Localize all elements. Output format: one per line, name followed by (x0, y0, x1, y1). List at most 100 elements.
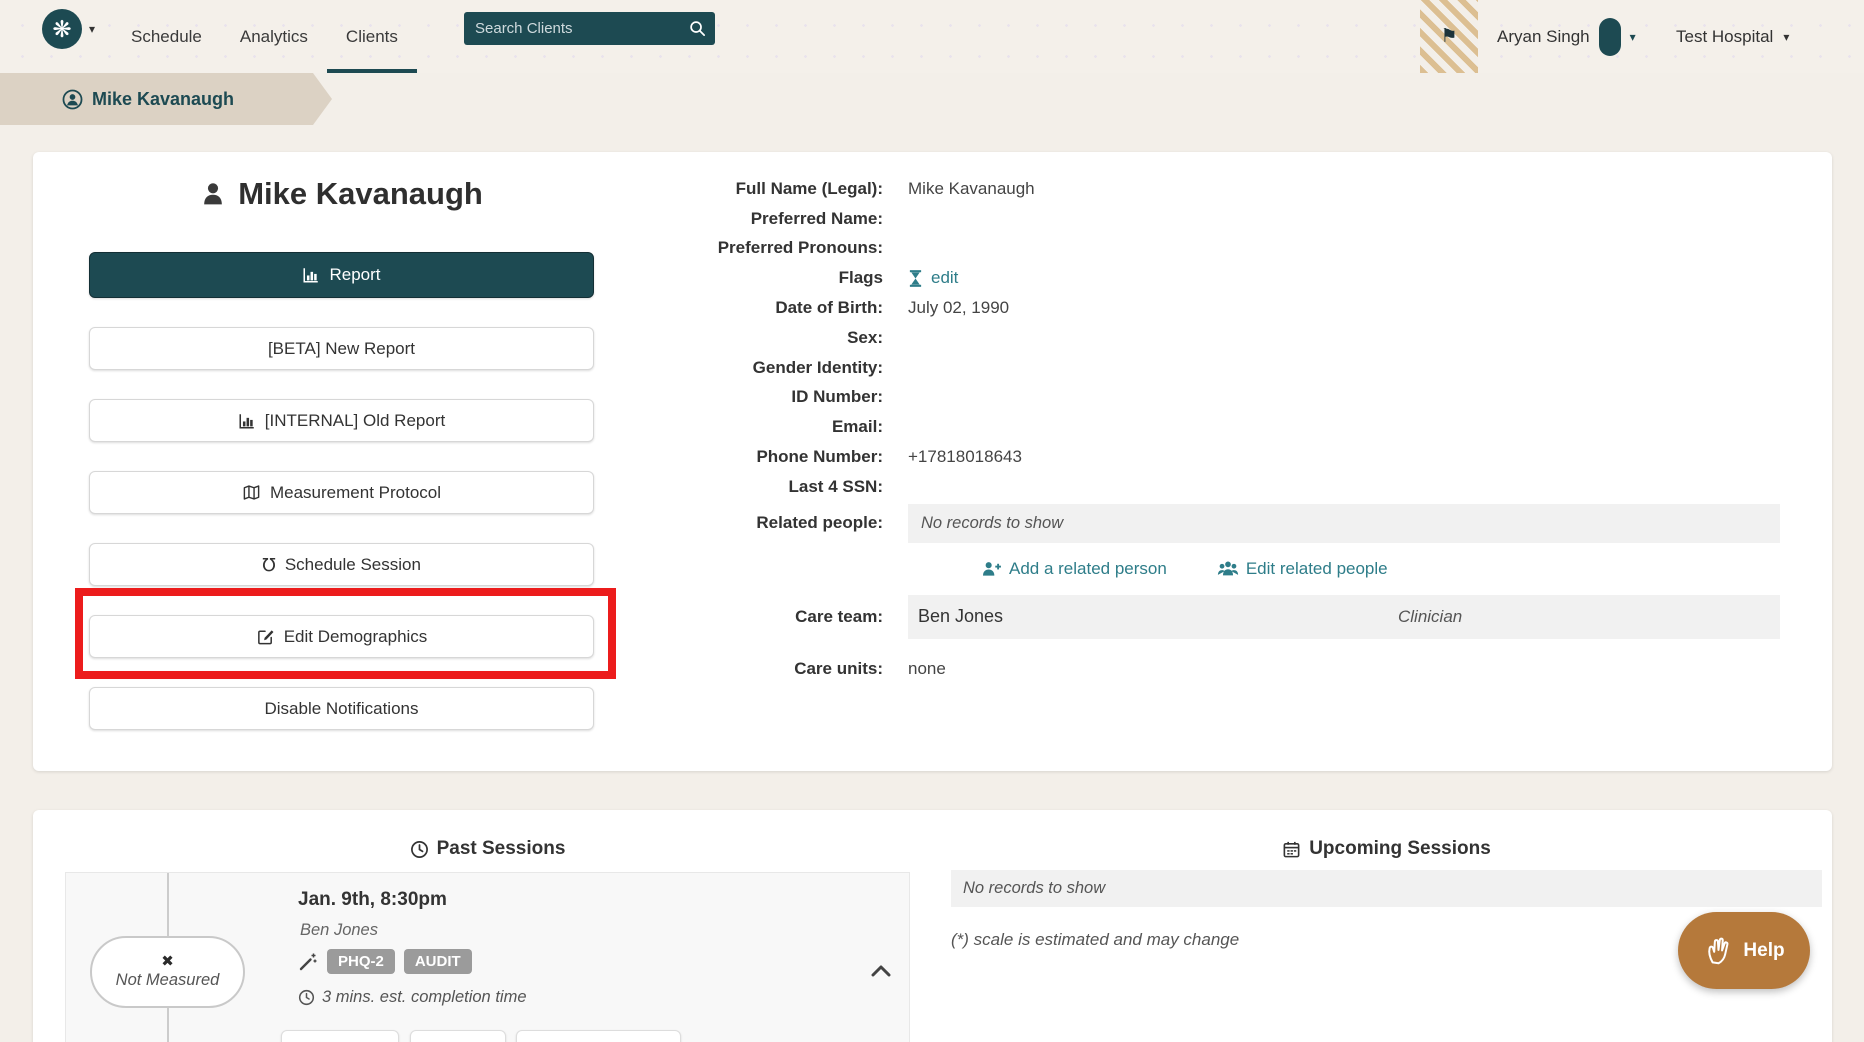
session-measures: PHQ-2 AUDIT (298, 949, 472, 974)
edit-pencil-icon (256, 627, 275, 646)
edit-demographics-label: Edit Demographics (284, 627, 428, 647)
report-button[interactable]: Report (89, 252, 594, 298)
related-people-links: Add a related person (981, 559, 1388, 579)
waving-hand-icon (1703, 935, 1735, 967)
field-label: Phone Number: (593, 447, 883, 467)
schedule-session-button[interactable]: ℧ Schedule Session (89, 543, 594, 586)
field-label: Date of Birth: (593, 298, 883, 318)
upcoming-sessions-empty: No records to show (951, 870, 1822, 907)
person-icon (200, 181, 226, 207)
session-action-button[interactable] (281, 1030, 399, 1042)
status-label: Not Measured (116, 971, 220, 990)
session-action-button[interactable] (516, 1030, 681, 1042)
people-group-icon (1217, 560, 1239, 577)
past-sessions-label: Past Sessions (437, 838, 566, 860)
field-label: Email: (593, 417, 883, 437)
care-team-role: Clinician (1398, 607, 1462, 627)
search-icon[interactable] (688, 19, 707, 38)
session-est-time-label: 3 mins. est. completion time (322, 988, 527, 1007)
x-icon: ✖ (161, 954, 174, 969)
clock-icon (298, 989, 315, 1006)
person-circle-icon (62, 89, 83, 110)
field-label: Sex: (593, 328, 883, 348)
internal-old-report-label: [INTERNAL] Old Report (265, 411, 445, 431)
feature-flag-button[interactable]: ⚑ (1420, 0, 1478, 73)
top-navbar: ❋ ▾ Schedule Analytics Clients ⚑ Aryan S… (0, 0, 1864, 73)
care-units-value: none (908, 659, 946, 679)
sessions-card: Past Sessions ✖ Not Measured Jan. 9th, 8… (33, 810, 1832, 1042)
magic-wand-icon (298, 952, 318, 972)
upcoming-sessions-title: Upcoming Sessions (951, 838, 1822, 860)
demographics-panel: Full Name (Legal): Mike Kavanaugh Prefer… (593, 174, 1805, 684)
client-search (464, 12, 715, 45)
starburst-icon: ❋ (52, 18, 71, 41)
care-team-member: Ben Jones (908, 606, 1003, 627)
internal-old-report-button[interactable]: [INTERNAL] Old Report (89, 399, 594, 442)
session-provider: Ben Jones (300, 921, 378, 940)
user-name: Aryan Singh (1497, 27, 1590, 47)
flags-edit-link[interactable]: edit (931, 268, 958, 288)
stethoscope-icon: ℧ (262, 556, 276, 574)
edit-demographics-button[interactable]: Edit Demographics (89, 615, 594, 658)
app-logo: ❋ (42, 9, 82, 49)
schedule-session-label: Schedule Session (285, 555, 421, 575)
app-logo-menu[interactable]: ❋ ▾ (42, 9, 95, 49)
client-name: Mike Kavanaugh (238, 176, 483, 212)
collapse-session-button[interactable] (870, 963, 892, 978)
care-units-label: Care units: (593, 659, 883, 679)
help-button[interactable]: Help (1678, 912, 1810, 989)
field-label: Last 4 SSN: (593, 477, 883, 497)
app-screen: ❋ ▾ Schedule Analytics Clients ⚑ Aryan S… (0, 0, 1864, 1042)
avatar (1599, 18, 1621, 56)
organization-name: Test Hospital (1676, 27, 1773, 47)
field-label: Gender Identity: (593, 358, 883, 378)
nav-item-schedule[interactable]: Schedule (112, 0, 221, 73)
measurement-protocol-label: Measurement Protocol (270, 483, 441, 503)
user-menu[interactable]: Aryan Singh ▾ (1497, 0, 1636, 73)
bar-chart-icon (302, 266, 320, 284)
help-button-label: Help (1743, 940, 1784, 962)
field-value-dob: July 02, 1990 (908, 298, 1009, 318)
organization-menu[interactable]: Test Hospital ▾ (1676, 0, 1789, 73)
field-label: Preferred Pronouns: (593, 238, 883, 258)
disable-notifications-button[interactable]: Disable Notifications (89, 687, 594, 730)
session-est-time: 3 mins. est. completion time (298, 988, 527, 1007)
report-button-label: Report (329, 265, 380, 285)
upcoming-sessions-label: Upcoming Sessions (1309, 838, 1491, 860)
breadcrumb[interactable]: Mike Kavanaugh (0, 73, 332, 125)
past-sessions-title: Past Sessions (65, 838, 910, 860)
beta-new-report-label: [BETA] New Report (268, 339, 415, 359)
edit-related-people-link[interactable]: Edit related people (1217, 559, 1388, 579)
map-icon (242, 483, 261, 502)
field-label: Full Name (Legal): (593, 179, 883, 199)
search-input[interactable] (464, 12, 715, 45)
add-related-person-label: Add a related person (1009, 559, 1167, 579)
measurement-protocol-button[interactable]: Measurement Protocol (89, 471, 594, 514)
breadcrumb-client-name: Mike Kavanaugh (92, 89, 234, 110)
nav-item-clients[interactable]: Clients (327, 0, 417, 73)
related-people-label: Related people: (593, 513, 883, 533)
edit-related-people-label: Edit related people (1246, 559, 1388, 579)
add-related-person-link[interactable]: Add a related person (981, 559, 1167, 579)
primary-nav: Schedule Analytics Clients (112, 0, 417, 73)
measure-badge: PHQ-2 (327, 949, 395, 974)
status-badge-not-measured: ✖ Not Measured (90, 936, 245, 1008)
client-profile-card: Mike Kavanaugh Report [BETA] New Report (33, 152, 1832, 771)
beta-new-report-button[interactable]: [BETA] New Report (89, 327, 594, 370)
session-action-button[interactable] (410, 1030, 506, 1042)
chevron-down-icon: ▾ (1783, 30, 1789, 44)
nav-item-analytics[interactable]: Analytics (221, 0, 327, 73)
chevron-down-icon: ▾ (1630, 30, 1636, 44)
field-value-full-name: Mike Kavanaugh (908, 179, 1035, 199)
past-sessions-panel: ✖ Not Measured Jan. 9th, 8:30pm Ben Jone… (65, 872, 910, 1042)
field-label: ID Number: (593, 387, 883, 407)
chevron-down-icon: ▾ (89, 22, 95, 36)
calendar-icon (1282, 840, 1301, 859)
care-team-row: Ben Jones Clinician (908, 595, 1780, 639)
related-people-empty: No records to show (908, 504, 1780, 543)
hourglass-icon (908, 270, 923, 287)
clock-icon (410, 840, 429, 859)
field-value-phone: +17818018643 (908, 447, 1022, 467)
breadcrumb-bar: Mike Kavanaugh (0, 73, 1864, 125)
flag-icon: ⚑ (1440, 25, 1457, 48)
